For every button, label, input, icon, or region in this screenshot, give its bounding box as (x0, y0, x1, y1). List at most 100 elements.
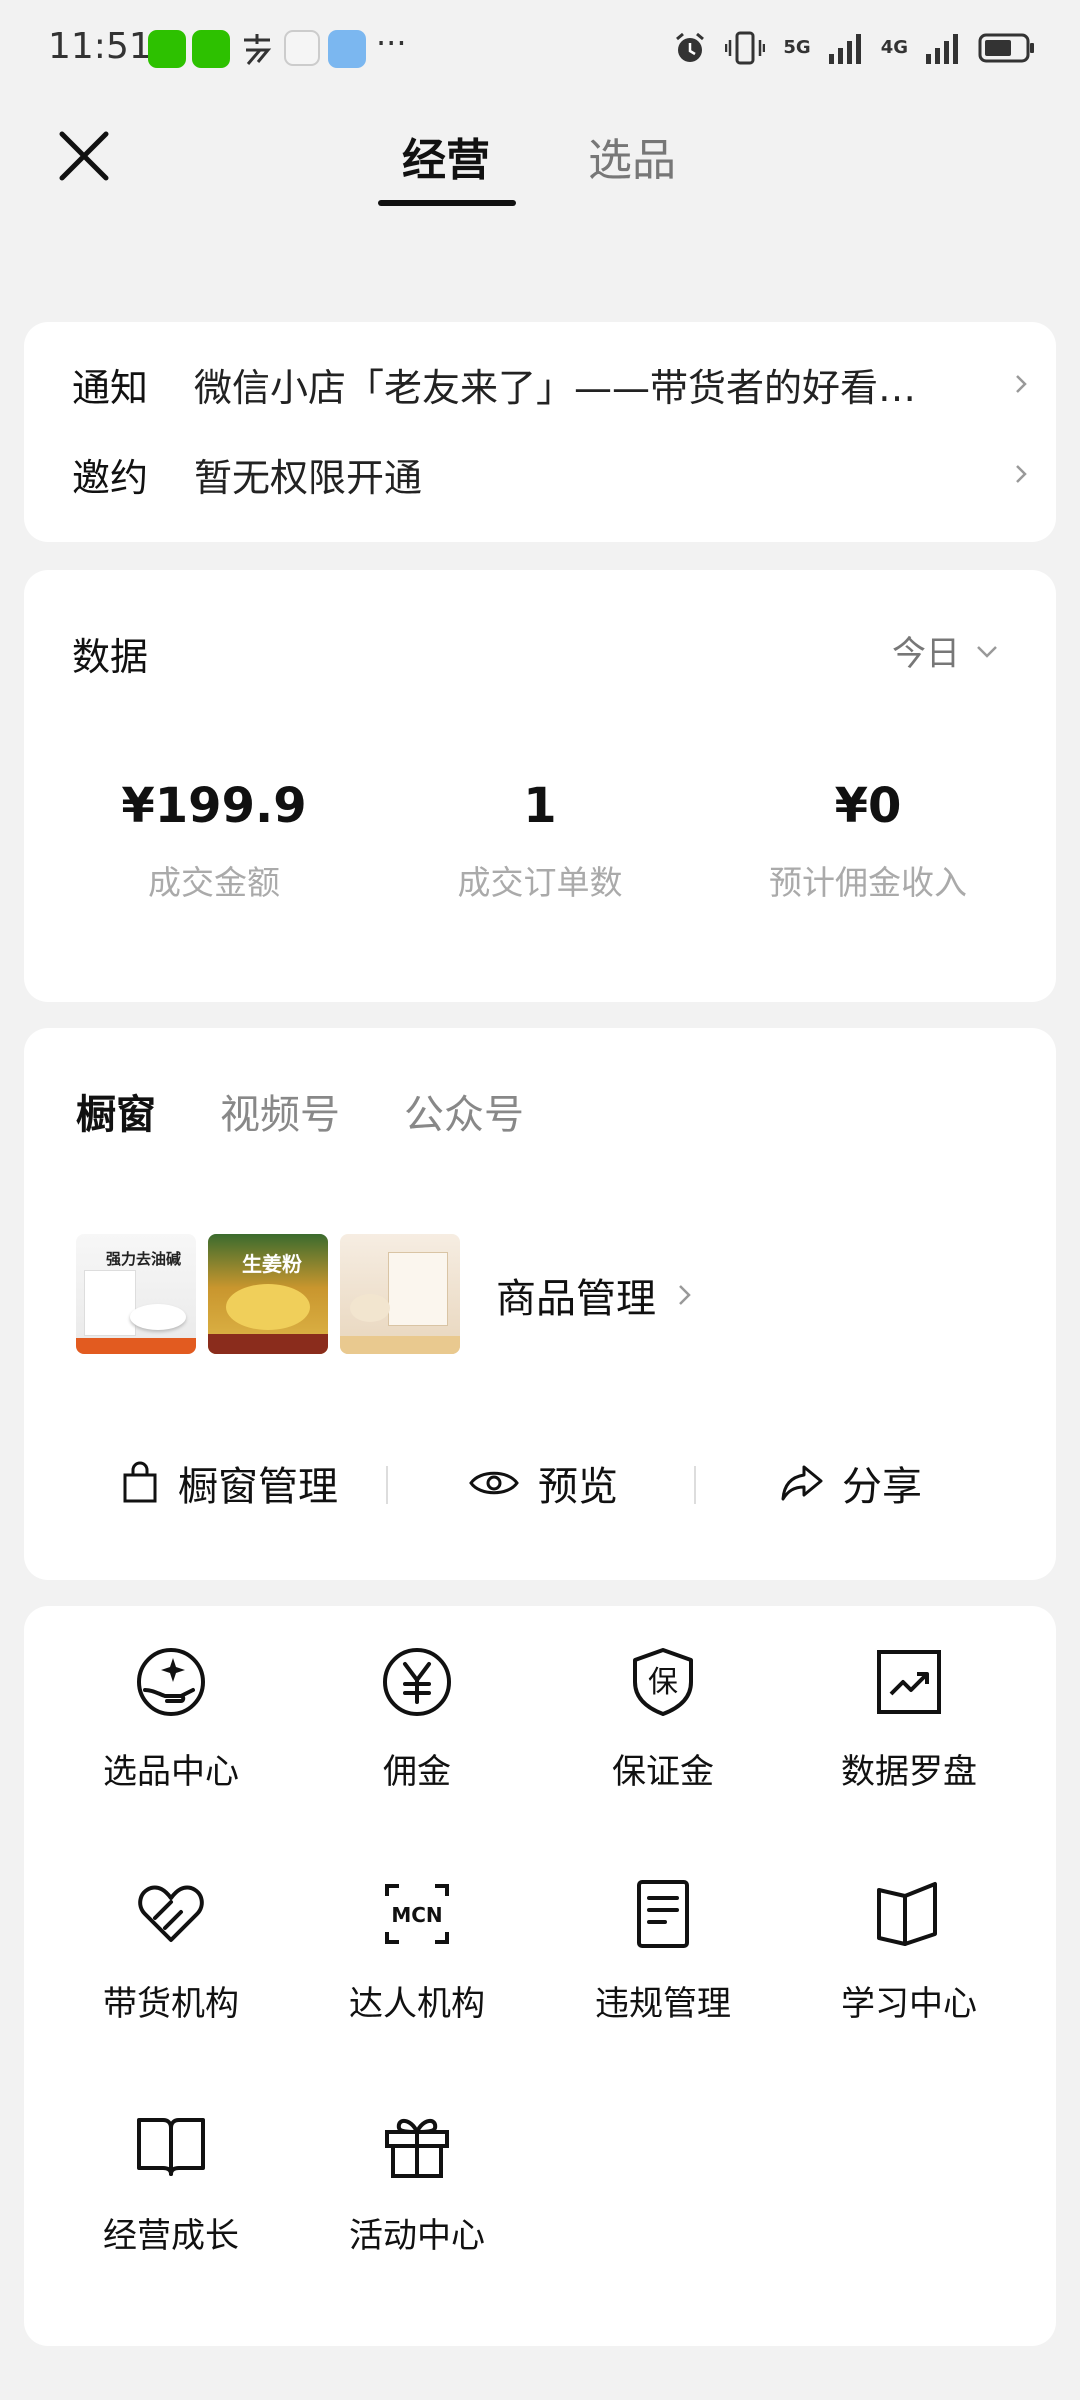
tool-label: 活动中心 (349, 2216, 485, 2256)
product-image (130, 1304, 186, 1330)
wechat-icon (148, 30, 186, 68)
tool-growth[interactable]: 经营成长 (48, 2070, 294, 2270)
invitation-label: 邀约 (72, 455, 149, 500)
eye-icon (469, 1471, 519, 1495)
tool-deposit[interactable]: 保 保证金 (540, 1606, 786, 1806)
metric-commission[interactable]: ¥0 预计佣金收入 (718, 778, 1018, 904)
invitation-text: 暂无权限开通 (194, 455, 423, 500)
product-banner (76, 1338, 196, 1354)
metric-order-count[interactable]: 1 成交订单数 (390, 778, 690, 904)
divider (694, 1466, 696, 1504)
vibrate-icon (725, 31, 766, 65)
tab-operations[interactable]: 经营 (402, 124, 490, 188)
product-management-link[interactable]: 商品管理 (496, 1266, 696, 1324)
product-thumbnail[interactable]: 生姜粉 (208, 1234, 328, 1354)
metric-label: 成交金额 (148, 863, 280, 902)
chevron-right-icon (679, 1285, 691, 1305)
signal-icon (828, 34, 861, 64)
product-image (84, 1270, 136, 1336)
gift-icon (385, 2119, 449, 2178)
metric-value: ¥199.9 (121, 778, 307, 834)
preview-label: 预览 (538, 1464, 618, 1510)
showcase-card: 橱窗 视频号 公众号 强力去油碱 生姜粉 商品管理 橱窗管理 预览 分享 (24, 1028, 1056, 1580)
showcase-actions: 橱窗管理 预览 分享 (24, 1448, 1056, 1518)
notice-card: 通知 微信小店「老友来了」——带货者的好看… 邀约 暂无权限开通 (24, 322, 1056, 542)
share-icon (781, 1465, 823, 1501)
tab-product-selection[interactable]: 选品 (588, 124, 676, 188)
tool-label: 数据罗盘 (841, 1752, 977, 1792)
showcase-tabs: 橱窗 视频号 公众号 (76, 1082, 524, 1140)
svg-text:保: 保 (648, 1665, 678, 1700)
tool-commission[interactable]: 佣金 (294, 1606, 540, 1806)
shopping-bag-icon (123, 1461, 157, 1503)
product-banner (340, 1336, 460, 1354)
tab-channels[interactable]: 视频号 (220, 1082, 340, 1140)
wechat-icon (192, 30, 230, 68)
showcase-manage-button[interactable]: 橱窗管理 (120, 1448, 338, 1518)
product-caption: 强力去油碱 (106, 1250, 182, 1268)
yen-circle-icon (383, 1648, 451, 1716)
mcn-icon: MCN (385, 1884, 449, 1944)
tool-mcn[interactable]: MCN 达人机构 (294, 1838, 540, 2038)
date-filter-label: 今日 (892, 634, 960, 674)
alipay-icon (244, 34, 272, 65)
app-icon (284, 30, 320, 66)
status-time: 11:51 (48, 26, 152, 67)
chevron-down-icon (977, 645, 997, 658)
tool-label: 保证金 (612, 1752, 714, 1792)
invitation-row[interactable]: 邀约 暂无权限开通 (72, 444, 1032, 504)
open-book-icon (877, 1882, 937, 1946)
tool-label: 选品中心 (103, 1752, 239, 1792)
signal-4g-label: 4G (880, 37, 908, 58)
tool-learning[interactable]: 学习中心 (786, 1838, 1032, 2038)
sparkle-hand-icon (137, 1648, 205, 1716)
battery-icon (978, 33, 1034, 63)
share-button[interactable]: 分享 (780, 1448, 922, 1518)
notice-row[interactable]: 通知 微信小店「老友来了」——带货者的好看… (72, 354, 1032, 414)
chevron-right-icon (1016, 375, 1027, 393)
tool-agency[interactable]: 带货机构 (48, 1838, 294, 2038)
tab-official-account[interactable]: 公众号 (404, 1082, 524, 1140)
showcase-manage-label: 橱窗管理 (178, 1464, 338, 1510)
document-icon (637, 1880, 689, 1948)
tool-label: 经营成长 (103, 2216, 239, 2256)
share-label: 分享 (842, 1464, 922, 1510)
status-right: 5G 4G (673, 30, 1036, 66)
tool-label: 违规管理 (595, 1984, 731, 2024)
divider (386, 1466, 388, 1504)
product-management-label: 商品管理 (496, 1276, 656, 1322)
date-filter-dropdown[interactable]: 今日 (892, 626, 1000, 675)
tool-label: 达人机构 (349, 1984, 485, 2024)
preview-button[interactable]: 预览 (468, 1448, 618, 1518)
tool-label: 佣金 (383, 1752, 451, 1792)
data-card: 数据 今日 ¥199.9 成交金额 1 成交订单数 ¥0 预计佣金收入 (24, 570, 1056, 1002)
metric-transaction-amount[interactable]: ¥199.9 成交金额 (64, 778, 364, 904)
metric-value: 1 (523, 778, 557, 834)
notice-text: 微信小店「老友来了」——带货者的好看… (194, 365, 917, 410)
tool-data-compass[interactable]: 数据罗盘 (786, 1606, 1032, 1806)
tool-product-center[interactable]: 选品中心 (48, 1606, 294, 1806)
metric-label: 成交订单数 (457, 863, 623, 902)
shield-bao-icon: 保 (633, 1648, 693, 1716)
top-bar: 经营 选品 (0, 96, 1080, 216)
product-thumbnail[interactable]: 强力去油碱 (76, 1234, 196, 1354)
weather-icon (328, 30, 366, 68)
tool-label: 带货机构 (103, 1984, 239, 2024)
tool-events[interactable]: 活动中心 (294, 2070, 540, 2270)
trend-chart-icon (877, 1650, 941, 1714)
product-banner (208, 1334, 328, 1354)
signal-icon (926, 34, 958, 64)
close-icon[interactable] (48, 120, 120, 192)
more-notifications: ··· (376, 24, 407, 62)
svg-text:MCN: MCN (391, 1903, 442, 1927)
metric-label: 预计佣金收入 (769, 863, 967, 902)
data-title: 数据 (72, 635, 149, 679)
tool-violation[interactable]: 违规管理 (540, 1838, 786, 2038)
product-thumbnail[interactable] (340, 1234, 460, 1354)
signal-5g-label: 5G (783, 37, 811, 58)
active-tab-indicator (378, 200, 516, 206)
handshake-heart-icon (138, 1885, 204, 1942)
tab-showcase[interactable]: 橱窗 (76, 1082, 156, 1140)
alarm-icon (676, 32, 705, 62)
chevron-right-icon (1016, 465, 1027, 483)
